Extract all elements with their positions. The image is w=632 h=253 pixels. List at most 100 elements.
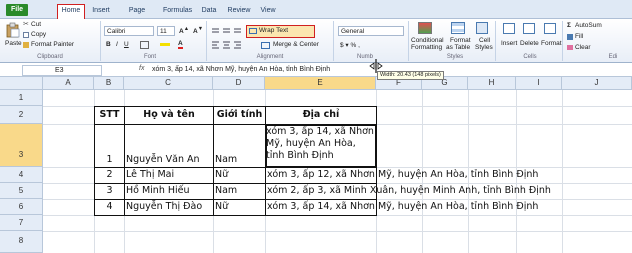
delete-icon[interactable] [523,23,535,34]
insert-icon[interactable] [503,23,515,34]
row-header-4[interactable]: 4 [0,167,43,183]
cell-stt[interactable]: 2 [95,169,124,180]
align-horizontal-icons[interactable] [211,41,245,49]
column-header-h[interactable]: H [468,77,516,90]
conditional-formatting-button-line2[interactable]: Formatting [411,44,442,51]
format-painter-button[interactable]: Format Painter [31,41,74,48]
header-gender[interactable]: Giới tính [214,109,265,120]
cell-address[interactable]: xóm 3, ấp 14, xã Nhơn Mỹ, huyện An Hòa, … [267,201,538,212]
font-name-select[interactable]: Calibri [104,26,154,36]
select-all-corner[interactable] [0,77,43,90]
table-border [94,215,377,216]
copy-button[interactable]: Copy [31,31,46,38]
cell-styles-button-line2[interactable]: Styles [475,44,493,51]
column-header-d[interactable]: D [213,77,265,90]
cut-button[interactable]: Cut [31,21,41,28]
currency-icon[interactable]: $ ▾ % , [340,41,360,49]
format-as-table-icon[interactable] [451,22,465,34]
number-format-select[interactable]: General [338,26,404,36]
format-painter-icon [23,42,29,48]
format-as-table-button-line2[interactable]: as Table [446,44,470,51]
cell-stt[interactable]: 3 [95,185,124,196]
format-as-table-button[interactable]: Format [450,37,471,44]
cell-address[interactable]: xóm 3, ấp 12, xã Nhơn Mỹ, huyện An Hòa, … [267,169,538,180]
cell-gender[interactable]: Nữ [215,201,228,212]
row-header-7[interactable]: 7 [0,215,43,231]
tab-data[interactable]: Data [200,4,218,19]
clear-icon[interactable] [567,45,573,50]
underline-icon[interactable]: U [124,41,129,48]
conditional-formatting-icon[interactable] [418,22,432,34]
tab-insert[interactable]: Insert [90,4,112,19]
copy-icon [23,32,29,38]
wrap-text-icon [249,28,257,34]
align-top-icons[interactable] [211,27,245,35]
fill-button[interactable]: Fill [575,33,583,40]
font-color-icon[interactable]: A [178,40,183,49]
cell-styles-icon[interactable] [476,22,488,34]
column-width-tooltip: Width: 20.43 (148 pixels) [377,71,444,80]
bold-icon[interactable]: B [106,41,111,48]
tab-file[interactable]: File [6,4,28,16]
table-border [94,199,377,200]
cell-name[interactable]: Nguyễn Thị Đào [126,201,202,212]
format-icon[interactable] [544,23,556,34]
header-address[interactable]: Địa chỉ [266,109,376,120]
insert-button[interactable]: Insert [501,40,517,47]
row-header-2[interactable]: 2 [0,106,43,124]
paste-icon[interactable] [6,22,20,38]
cell-name[interactable]: Hồ Minh Hiếu [126,185,190,196]
tab-page-layout[interactable]: Page Layout [118,4,156,27]
row-header-8[interactable]: 8 [0,231,43,253]
row-header-1[interactable]: 1 [0,90,43,106]
clipboard-group-label: Clipboard [37,54,63,60]
tab-formulas[interactable]: Formulas [163,4,192,19]
tab-view[interactable]: View [259,4,277,19]
column-header-j[interactable]: J [562,77,632,90]
row-header-5[interactable]: 5 [0,183,43,199]
cell-name[interactable]: Nguyễn Văn An [126,154,200,165]
font-size-select[interactable]: 11 [157,26,175,36]
cell-stt[interactable]: 1 [95,154,124,165]
cell-name[interactable]: Lê Thị Mai [126,169,174,180]
clear-button[interactable]: Clear [575,44,591,51]
tab-review[interactable]: Review [227,4,251,19]
autosum-icon[interactable]: Σ [567,22,571,29]
cell-styles-button[interactable]: Cell [479,37,490,44]
column-header-a[interactable]: A [43,77,94,90]
gridline [562,90,563,253]
row-header-3[interactable]: 3 [0,124,43,167]
column-header-b[interactable]: B [94,77,124,90]
conditional-formatting-button[interactable]: Conditional [411,37,444,44]
format-button[interactable]: Format [541,40,562,47]
column-header-e[interactable]: E [265,77,376,90]
row-header-6[interactable]: 6 [0,199,43,215]
column-header-i[interactable]: I [516,77,562,90]
name-box[interactable]: E3 [22,65,102,76]
delete-button[interactable]: Delete [520,40,539,47]
paste-button[interactable]: Paste [5,40,22,47]
tab-home[interactable]: Home [57,4,85,19]
cell-gender[interactable]: Nam [215,154,237,165]
wrap-text-button[interactable]: Wrap Text [246,25,315,38]
cell-gender[interactable]: Nữ [215,169,228,180]
formula-input[interactable]: xóm 3, ấp 14, xã Nhơn Mỹ, huyện An Hòa, … [152,66,330,73]
grow-font-icon[interactable]: A▲ [179,26,189,35]
fill-icon[interactable] [567,34,573,40]
cell-gender[interactable]: Nam [215,185,237,196]
fill-color-icon[interactable] [160,43,170,46]
header-name[interactable]: Họ và tên [125,109,213,120]
merge-center-button[interactable]: Merge & Center [273,41,319,48]
cell-stt[interactable]: 4 [95,201,124,212]
italic-icon[interactable]: I [116,41,118,48]
table-border [124,106,125,216]
table-border [94,183,377,184]
cell-address[interactable]: xóm 2, ấp 3, xã Minh Xuân, huyện Minh An… [267,185,551,196]
autosum-button[interactable]: AutoSum [575,22,602,29]
borders-icon[interactable] [140,41,149,49]
column-header-c[interactable]: C [124,77,213,90]
shrink-font-icon[interactable]: A▼ [193,26,203,35]
styles-group-label: Styles [446,54,464,60]
header-stt[interactable]: STT [95,109,124,120]
insert-function-icon[interactable]: fx [139,65,144,72]
